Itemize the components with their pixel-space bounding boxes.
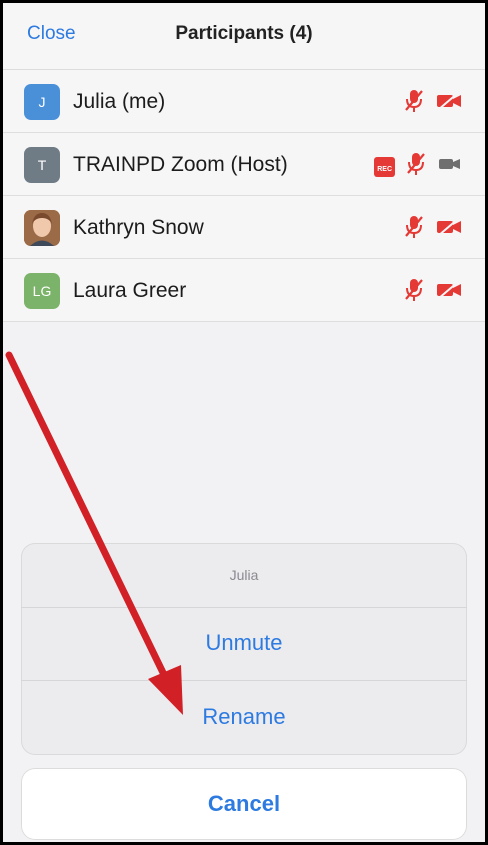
video-off-icon <box>435 216 463 243</box>
participant-status-icons <box>403 277 463 308</box>
phone-frame: Close Participants (4) J Julia (me) T TR… <box>0 0 488 845</box>
participant-name: Julia (me) <box>73 90 166 113</box>
participant-status-icons <box>403 214 463 245</box>
video-icon <box>437 154 463 179</box>
recording-label: REC <box>377 165 392 173</box>
action-sheet: Julia Unmute Rename <box>21 543 467 755</box>
avatar: T <box>24 147 60 183</box>
cancel-button[interactable]: Cancel <box>21 768 467 840</box>
mic-muted-icon <box>403 88 425 119</box>
header-bar: Close Participants (4) <box>3 3 485 70</box>
mic-muted-icon <box>405 151 427 182</box>
participant-row-kathryn[interactable]: Kathryn Snow <box>3 196 485 259</box>
avatar: LG <box>24 273 60 309</box>
unmute-button[interactable]: Unmute <box>21 607 467 679</box>
profile-photo-icon <box>24 210 60 246</box>
participants-screen: Close Participants (4) J Julia (me) T TR… <box>3 3 485 842</box>
participant-row-host[interactable]: T TRAINPD Zoom (Host) REC <box>3 133 485 196</box>
participant-status-icons: REC <box>374 151 463 182</box>
page-title: Participants (4) <box>175 23 313 44</box>
mic-muted-icon <box>403 214 425 245</box>
participant-status-icons <box>403 88 463 119</box>
rename-button[interactable]: Rename <box>21 681 467 753</box>
avatar <box>24 210 60 246</box>
avatar: J <box>24 84 60 120</box>
participant-row-julia[interactable]: J Julia (me) <box>3 70 485 133</box>
recording-badge: REC <box>374 156 395 177</box>
participant-name: TRAINPD Zoom (Host) <box>73 153 288 176</box>
video-off-icon <box>435 90 463 117</box>
action-sheet-title: Julia <box>21 543 467 608</box>
video-off-icon <box>435 279 463 306</box>
participant-row-laura[interactable]: LG Laura Greer <box>3 259 485 322</box>
participant-name: Kathryn Snow <box>73 216 204 239</box>
mic-muted-icon <box>403 277 425 308</box>
participant-name: Laura Greer <box>73 279 187 302</box>
